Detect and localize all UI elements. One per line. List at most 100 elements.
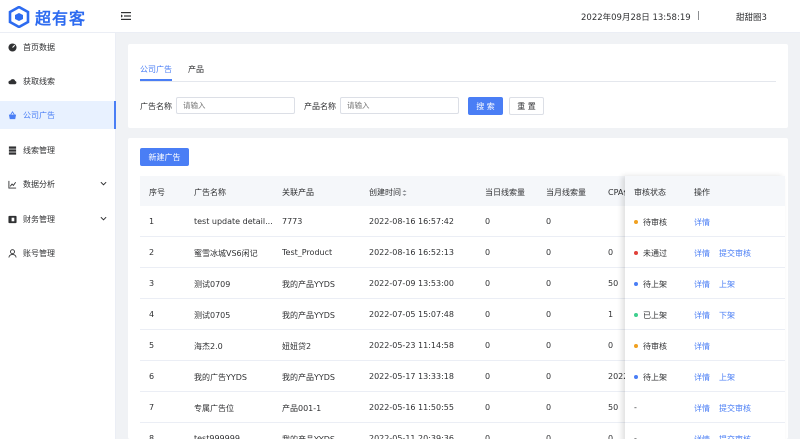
cell-index: 2 [149,248,155,257]
action-link[interactable]: 提交审核 [719,435,751,439]
product-name-input[interactable] [340,97,459,114]
tab-products[interactable]: 产品 [188,64,204,75]
sidebar-item-get-leads[interactable]: 获取线索 [0,67,116,95]
col-leads-today: 当日线索量 [485,188,525,197]
cell-created: 2022-05-17 13:33:18 [369,372,454,381]
action-link[interactable]: 上架 [719,373,735,382]
detail-link[interactable]: 详情 [694,373,710,382]
detail-link[interactable]: 详情 [694,435,710,439]
cell-leads-today: 0 [485,217,491,226]
product-name-label: 产品名称 [304,102,336,111]
tab-company-ads[interactable]: 公司广告 [140,64,172,75]
detail-link[interactable]: 详情 [694,249,710,258]
current-datetime: 2022年09月28日 13:58:19 [581,13,691,23]
search-button[interactable]: 搜 索 [468,97,503,115]
status-badge: 已上架 [634,310,667,321]
fixed-header: 审核状态 操作 [625,176,785,206]
status-text: 待上架 [643,373,667,382]
sidebar-item-account[interactable]: 账号管理 [0,239,116,267]
cell-leads-month: 0 [546,403,552,412]
sidebar-item-label: 数据分析 [23,179,55,189]
cell-index: 7 [149,403,155,412]
status-text: - [634,403,637,412]
fixed-row: 待上架 详情 上架 [625,361,785,392]
fixed-row: 待上架 详情 上架 [625,268,785,299]
fixed-row: 未通过 详情 提交审核 [625,237,785,268]
sidebar-item-label: 获取线索 [23,76,55,86]
cell-ad-name: 测试0709 [194,280,231,289]
sidebar-item-label: 首页数据 [23,42,55,52]
fixed-row: - 详情 提交审核 [625,423,785,439]
status-dot-icon [634,312,638,317]
basket-icon [8,110,17,119]
cell-product: 7773 [282,217,303,226]
col-index: 序号 [149,188,165,197]
cell-index: 6 [149,372,155,381]
cell-cpa: 50 [608,403,619,412]
ad-name-input[interactable] [176,97,295,114]
sidebar-item-home-data[interactable]: 首页数据 [0,33,116,61]
user-icon [8,248,17,258]
status-text: 待上架 [643,280,667,289]
status-badge: 未通过 [634,248,667,259]
row-actions: 详情 下架 [694,310,744,321]
cell-product: 我的产品YYDS [282,373,336,382]
sort-icon[interactable] [402,189,407,197]
detail-link[interactable]: 详情 [694,280,710,289]
fixed-right-columns: 审核状态 操作 待审核 详情 未通过 详情 提交审核 待上架 详情 上架 已上架 详情 下架 待审核详… [625,176,785,439]
cell-index: 8 [149,434,155,439]
status-text: - [634,434,637,439]
sidebar-item-lead-management[interactable]: 线索管理 [0,136,116,164]
cell-ad-name: test999999 [194,434,240,439]
cell-cpa: 0 [608,248,614,257]
detail-link[interactable]: 详情 [694,404,710,413]
cell-created: 2022-05-11 20:39:36 [369,434,454,439]
row-actions: 详情 上架 [694,279,744,290]
cell-product: 我的产品YYDS [282,280,336,289]
cell-leads-today: 0 [485,248,491,257]
status-text: 已上架 [643,311,667,320]
status-badge: 待审核 [634,217,667,228]
sidebar-item-data-analysis[interactable]: 数据分析 [0,170,116,198]
logo-icon [8,6,30,28]
action-link[interactable]: 下架 [719,311,735,320]
cell-leads-today: 0 [485,310,491,319]
user-name[interactable]: 甜甜圈3 [736,11,767,23]
cell-leads-month: 0 [546,279,552,288]
status-dot-icon [634,374,638,379]
cell-ad-name: 专属广告位 [194,404,234,413]
new-ad-button[interactable]: 新建广告 [140,148,189,166]
chevron-down-icon [100,181,107,186]
sidebar-item-finance[interactable]: 财务管理 [0,205,116,233]
cell-cpa: 50 [608,279,619,288]
cell-product: 我的产品YYDS [282,311,336,320]
row-actions: 详情提交审核 [694,403,760,414]
cell-leads-today: 0 [485,341,491,350]
ad-name-label: 广告名称 [140,102,172,111]
col-review-status: 审核状态 [634,188,666,197]
cell-created: 2022-05-16 11:50:55 [369,403,454,412]
sidebar-item-label: 公司广告 [23,110,55,120]
row-actions: 详情 [694,217,719,228]
cell-product: 我的产品YYDS [282,434,335,439]
reset-button[interactable]: 重 置 [509,97,544,115]
cell-created: 2022-07-09 13:53:00 [369,279,454,288]
col-created[interactable]: 创建时间 [369,187,407,198]
status-badge: - [634,434,637,439]
action-link[interactable]: 提交审核 [719,249,751,258]
cell-created: 2022-08-16 16:52:13 [369,248,454,257]
cell-leads-today: 0 [485,372,491,381]
menu-collapse-icon[interactable] [121,11,131,21]
status-dot-icon [634,343,638,348]
detail-link[interactable]: 详情 [694,218,710,227]
top-header: 超有客 2022年09月28日 13:58:19 | 甜甜圈3 [0,0,800,33]
ads-table-panel: 新建广告 序号 广告名称 关联产品 创建时间 当日线索量 当月线索量 CPA价 … [128,138,788,439]
action-link[interactable]: 提交审核 [719,404,751,413]
fixed-row: 待审核 详情 [625,330,785,361]
status-badge: 待上架 [634,372,667,383]
action-link[interactable]: 上架 [719,280,735,289]
sidebar-item-company-ads[interactable]: 公司广告 [0,101,116,129]
logo[interactable]: 超有客 [8,6,86,28]
detail-link[interactable]: 详情 [694,342,710,351]
detail-link[interactable]: 详情 [694,311,710,320]
